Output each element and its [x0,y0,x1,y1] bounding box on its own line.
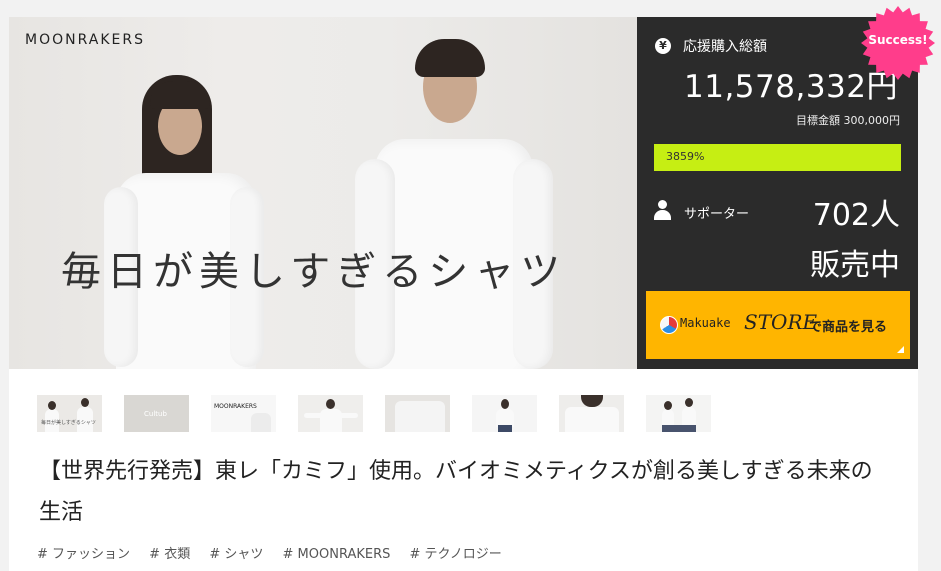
thumb-caption: MOONRAKERS [214,403,257,410]
progress-bar: 3859% [654,144,901,171]
person-icon [654,200,671,220]
supporter-label: サポーター [684,207,750,222]
hero-image[interactable]: MOONRAKERS 毎日が美しすぎるシャツ [9,17,637,369]
thumbnail-1[interactable]: 毎日が美しすぎるシャツ [37,395,102,432]
thumbnail-5[interactable] [385,395,450,432]
store-button-label: で商品を見る [809,320,888,335]
hero-tagline: 毎日が美しすぎるシャツ [61,249,567,295]
tag-fashion[interactable]: # ファッション [37,547,130,562]
tag-technology[interactable]: # テクノロジー [410,547,502,562]
corner-arrow-icon [897,346,904,353]
thumb-caption: Cultub [144,410,167,418]
makuake-store-button[interactable]: Makuake STORE で商品を見る [646,291,910,359]
thumbnail-8[interactable] [646,395,711,432]
thumbnail-2[interactable]: Cultub [124,395,189,432]
success-badge: Success! [868,33,928,47]
thumbnail-3[interactable]: MOONRAKERS [211,395,276,432]
thumb-caption: 毎日が美しすぎるシャツ [41,420,96,426]
yen-icon: ¥ [655,38,671,54]
tag-moonrakers[interactable]: # MOONRAKERS [283,547,391,562]
goal-amount: 目標金額 300,000円 [796,114,900,127]
brand-logo: MOONRAKERS [25,32,145,48]
tag-clothing[interactable]: # 衣類 [149,547,190,562]
makuake-logo-icon [660,316,678,334]
tag-list: # ファッション # 衣類 # シャツ # MOONRAKERS # テクノロジ… [37,543,517,562]
progress-percent: 3859% [666,150,705,163]
thumbnail-6[interactable] [472,395,537,432]
store-wordmark: STORE [744,310,818,334]
thumbnail-4[interactable] [298,395,363,432]
store-brand: Makuake [680,316,731,330]
project-title: 【世界先行発売】東レ「カミフ」使用。バイオミメティクスが創る美しすぎる未来の生活 [39,459,873,525]
amount-label: 応援購入総額 [683,39,767,55]
sales-status: 販売中 [810,248,900,283]
tag-shirt[interactable]: # シャツ [209,547,263,562]
supporter-count: 702人 [812,198,900,233]
thumbnail-7[interactable] [559,395,624,432]
